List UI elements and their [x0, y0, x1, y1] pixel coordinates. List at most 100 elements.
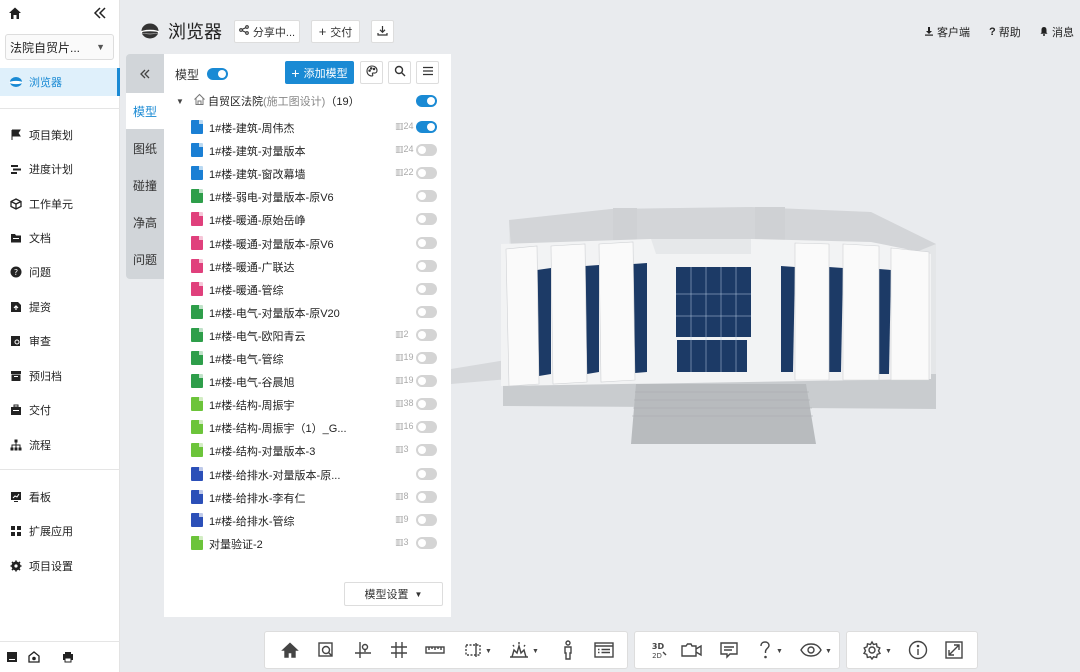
add-model-button[interactable]: + 添加模型 — [285, 61, 354, 84]
tab-clash[interactable]: 碰撞 — [126, 167, 164, 203]
3d-viewport[interactable] — [451, 54, 1080, 617]
model-visibility-toggle[interactable] — [416, 328, 437, 341]
model-row[interactable]: 1#楼-结构-周振宇 ▥38 — [164, 393, 451, 415]
explode-button[interactable]: ▼ — [507, 640, 541, 662]
model-row[interactable]: 1#楼-结构-对量版本-3 ▥3 — [164, 439, 451, 461]
root-toggle[interactable] — [416, 95, 437, 107]
model-visibility-toggle[interactable] — [416, 236, 437, 249]
caret-down-icon[interactable]: ▼ — [176, 97, 184, 106]
location-button[interactable] — [350, 640, 376, 662]
tab-clearance[interactable]: 净高 — [126, 204, 164, 240]
sidebar-item-flow[interactable]: 流程 — [0, 431, 120, 459]
model-row[interactable]: 1#楼-暖通-对量版本-原V6 — [164, 232, 451, 254]
model-row[interactable]: 1#楼-建筑-窗改幕墙 ▥22 — [164, 162, 451, 184]
settings-button[interactable]: ▼ — [859, 640, 895, 662]
grid-button[interactable] — [386, 640, 412, 662]
section-box-button[interactable]: ▼ — [461, 640, 495, 662]
model-row[interactable]: 对量验证-2 ▥3 — [164, 532, 451, 554]
sidebar-item-documents[interactable]: 文档 — [0, 224, 120, 252]
model-row[interactable]: 1#楼-给排水-管综 ▥9 — [164, 509, 451, 531]
model-visibility-toggle[interactable] — [416, 305, 437, 318]
model-row[interactable]: 1#楼-电气-谷晨旭 ▥19 — [164, 370, 451, 392]
model-row[interactable]: 1#楼-建筑-周伟杰 ▥24 — [164, 116, 451, 138]
palette-button[interactable] — [360, 61, 383, 84]
model-row[interactable]: 1#楼-暖通-管综 — [164, 278, 451, 300]
model-visibility-toggle[interactable] — [416, 513, 437, 526]
measure-button[interactable] — [422, 640, 448, 662]
sidebar-item-dashboard[interactable]: 看板 — [0, 483, 120, 511]
tab-drawings[interactable]: 图纸 — [126, 130, 164, 166]
tab-model[interactable]: 模型 — [126, 93, 164, 129]
visibility-button[interactable]: ▼ — [797, 640, 835, 662]
model-visibility-toggle[interactable] — [416, 259, 437, 272]
model-visibility-toggle[interactable] — [416, 190, 437, 203]
walk-mode-button[interactable] — [555, 639, 581, 662]
model-visibility-toggle[interactable] — [416, 282, 437, 295]
model-row[interactable]: 1#楼-给排水-对量版本-原... — [164, 463, 451, 485]
search-button[interactable] — [388, 61, 411, 84]
deliver-button[interactable]: + 交付 — [311, 20, 360, 43]
download-button[interactable] — [371, 20, 394, 43]
3d-2d-switch-button[interactable]: 3D 2D — [645, 640, 671, 662]
share-icon — [239, 25, 249, 38]
help-tools-button[interactable]: ▼ — [753, 640, 787, 662]
model-visibility-toggle[interactable] — [416, 144, 437, 157]
notes-icon[interactable] — [6, 651, 18, 666]
model-row[interactable]: 1#楼-电气-欧阳青云 ▥2 — [164, 324, 451, 346]
sidebar-item-extensions[interactable]: 扩展应用 — [0, 517, 120, 545]
collapse-sidebar-icon[interactable] — [93, 6, 107, 24]
home-icon[interactable] — [8, 6, 22, 24]
collapse-panel-button[interactable] — [126, 56, 164, 92]
model-row[interactable]: 1#楼-暖通-原始岳峥 — [164, 208, 451, 230]
model-visibility-toggle[interactable] — [416, 490, 437, 503]
sidebar-item-settings[interactable]: 项目设置 — [0, 552, 120, 580]
menu-button[interactable] — [416, 61, 439, 84]
model-name: 1#楼-给排水-管综 — [209, 515, 295, 528]
help-link[interactable]: ? 帮助 — [989, 24, 1021, 40]
model-visibility-toggle[interactable] — [416, 213, 437, 226]
camera-home-icon[interactable] — [28, 651, 40, 666]
model-visibility-toggle[interactable] — [416, 467, 437, 480]
fullscreen-button[interactable] — [941, 640, 967, 662]
model-row[interactable]: 1#楼-给排水-李有仁 ▥8 — [164, 486, 451, 508]
model-visibility-toggle[interactable] — [416, 398, 437, 411]
model-master-toggle[interactable] — [207, 68, 228, 80]
sidebar-item-review[interactable]: 审查 — [0, 327, 120, 355]
camera-button[interactable] — [679, 640, 705, 662]
sidebar-item-schedule[interactable]: 进度计划 — [0, 155, 120, 183]
model-visibility-toggle[interactable] — [416, 421, 437, 434]
annotation-button[interactable] — [716, 640, 742, 662]
sidebar-item-delivery[interactable]: 交付 — [0, 396, 120, 424]
sidebar-item-issues[interactable]: ? 问题 — [0, 258, 120, 286]
share-button[interactable]: 分享中... — [234, 20, 300, 43]
zoom-area-button[interactable] — [313, 640, 339, 662]
print-icon[interactable] — [62, 651, 74, 666]
info-button[interactable] — [905, 640, 931, 662]
sidebar-item-planning[interactable]: 项目策划 — [0, 121, 120, 149]
project-select[interactable]: 法院自贸片... ▼ — [5, 34, 114, 60]
model-visibility-toggle[interactable] — [416, 375, 437, 388]
model-row[interactable]: 1#楼-结构-周振宇（1）_G... ▥16 — [164, 416, 451, 438]
tab-issues[interactable]: 问题 — [126, 241, 164, 277]
model-row[interactable]: 1#楼-电气-对量版本-原V20 — [164, 301, 451, 323]
model-visibility-toggle[interactable] — [416, 352, 437, 364]
home-view-button[interactable] — [277, 640, 303, 662]
sidebar-item-archive[interactable]: 预归档 — [0, 362, 120, 390]
model-visibility-toggle[interactable] — [416, 121, 437, 133]
model-visibility-toggle[interactable] — [416, 167, 437, 180]
tree-root[interactable]: ▼ 自贸区法院(施工图设计)（19） — [164, 91, 451, 111]
sidebar-item-work-unit[interactable]: 工作单元 — [0, 190, 120, 218]
model-settings-button[interactable]: 模型设置 ▼ — [344, 582, 443, 606]
model-row[interactable]: 1#楼-建筑-对量版本 ▥24 — [164, 139, 451, 161]
model-visibility-toggle[interactable] — [416, 444, 437, 457]
properties-button[interactable] — [591, 640, 617, 662]
model-row[interactable]: 1#楼-弱电-对量版本-原V6 — [164, 185, 451, 207]
messages-link[interactable]: 消息 — [1039, 24, 1074, 40]
model-row[interactable]: 1#楼-电气-管综 ▥19 — [164, 347, 451, 369]
sidebar-item-viewer[interactable]: 浏览器 — [0, 68, 120, 96]
sidebar-item-submit[interactable]: 提资 — [0, 293, 120, 321]
model-row[interactable]: 1#楼-暖通-广联达 — [164, 255, 451, 277]
roof-box — [755, 207, 785, 241]
client-link[interactable]: 客户端 — [924, 24, 970, 40]
model-visibility-toggle[interactable] — [416, 536, 437, 549]
